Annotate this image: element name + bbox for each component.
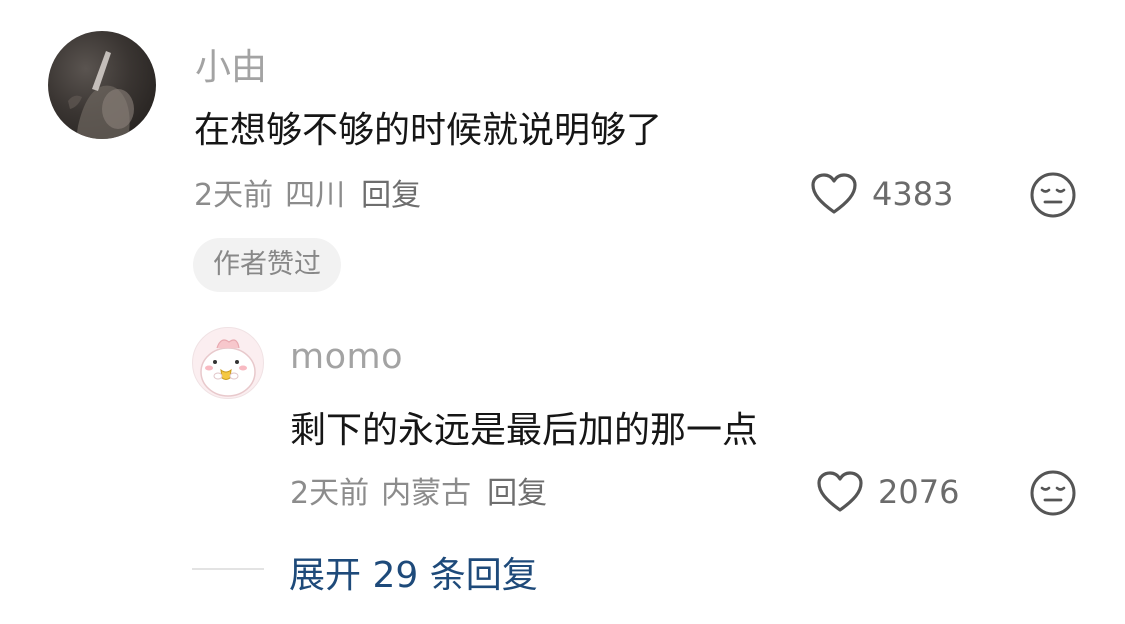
- reply-button[interactable]: 回复: [361, 170, 421, 214]
- expand-divider: [192, 568, 264, 570]
- author-liked-badge: 作者赞过: [193, 238, 341, 292]
- reply-location: 内蒙古: [381, 476, 472, 511]
- emoji-reaction-button[interactable]: [1029, 469, 1077, 517]
- like-count: 2076: [878, 473, 960, 511]
- like-button[interactable]: 4383: [810, 170, 953, 218]
- comment-meta: 2天前 四川 回复: [194, 170, 421, 214]
- heart-outline-icon: [811, 173, 857, 214]
- like-count: 4383: [872, 175, 954, 213]
- avatar[interactable]: [48, 31, 156, 139]
- emoji-reaction-button[interactable]: [1029, 171, 1077, 219]
- emoji-face-icon: [1030, 470, 1076, 516]
- comment-time: 2天前: [194, 178, 274, 213]
- like-button[interactable]: 2076: [816, 468, 959, 516]
- avatar-photo: [68, 51, 134, 139]
- emoji-face-icon: [1030, 172, 1076, 218]
- heart-outline-icon: [817, 471, 863, 512]
- reply-text: 剩下的永远是最后加的那一点: [290, 410, 759, 451]
- reply-username[interactable]: momo: [290, 337, 403, 377]
- comment-location: 四川: [285, 178, 346, 213]
- expand-replies-button[interactable]: 展开 29 条回复: [289, 546, 538, 598]
- comment-text: 在想够不够的时候就说明够了: [194, 110, 663, 151]
- comment-username[interactable]: 小由: [195, 38, 267, 90]
- reply-time: 2天前: [290, 476, 370, 511]
- avatar-illustration: [200, 339, 256, 397]
- reply-meta: 2天前 内蒙古 回复: [290, 468, 547, 512]
- reply-button[interactable]: 回复: [487, 468, 547, 512]
- avatar[interactable]: [192, 327, 264, 399]
